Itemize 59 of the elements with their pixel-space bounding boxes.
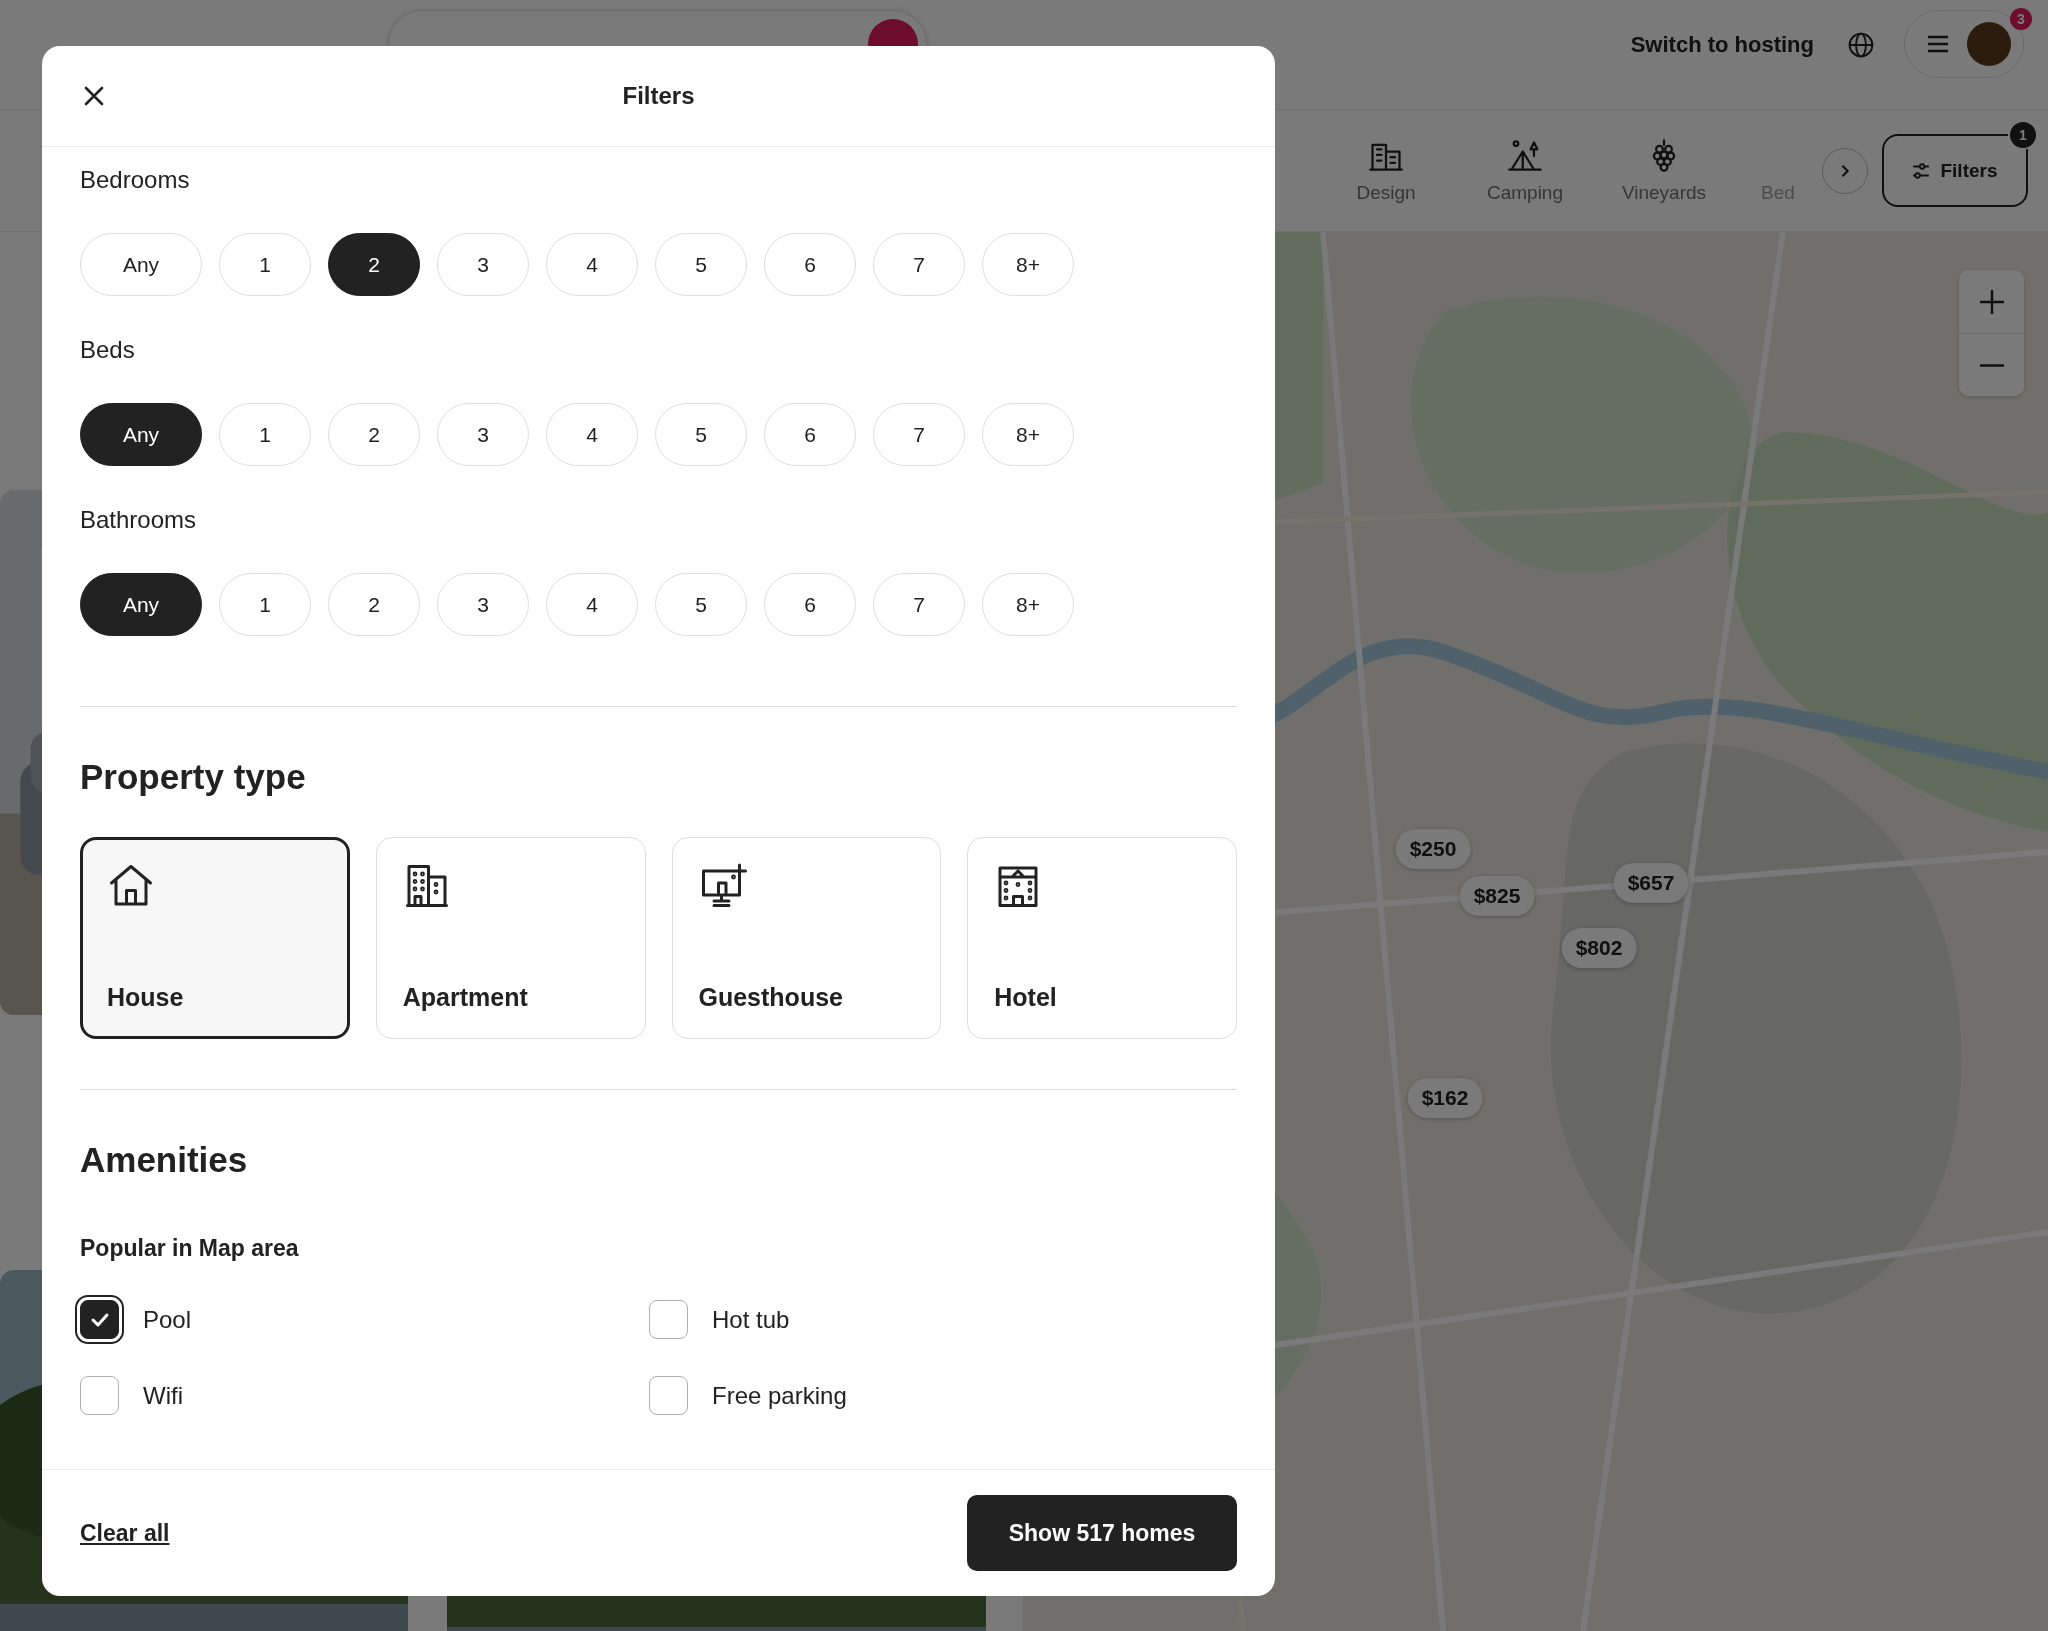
checkbox[interactable]: [649, 1300, 688, 1339]
count-option[interactable]: 8+: [982, 233, 1074, 296]
dialog-title: Filters: [622, 82, 695, 110]
close-icon: [84, 86, 104, 106]
section-label: Bedrooms: [80, 167, 190, 193]
property-type-card[interactable]: House: [80, 837, 350, 1039]
subsection-heading: Popular in Map area: [80, 1234, 299, 1262]
count-option[interactable]: 2: [328, 233, 420, 296]
show-homes-button[interactable]: Show 517 homes: [967, 1495, 1237, 1571]
count-option[interactable]: 5: [655, 573, 747, 636]
count-badge: 1: [2008, 120, 2038, 150]
count-option[interactable]: 1: [219, 573, 311, 636]
property-type-card[interactable]: Guesthouse: [671, 837, 942, 1039]
count-option[interactable]: 5: [655, 403, 747, 466]
count-option[interactable]: 3: [437, 403, 529, 466]
count-option[interactable]: 1: [219, 233, 311, 296]
globe-icon[interactable]: [1848, 32, 1874, 58]
count-option[interactable]: 6: [764, 233, 856, 296]
count-option[interactable]: Any: [80, 573, 202, 636]
checkbox-label[interactable]: Pool: [143, 1305, 192, 1334]
count-option[interactable]: Any: [80, 233, 202, 296]
property-type-card[interactable]: Hotel: [967, 837, 1237, 1039]
count-option[interactable]: 2: [328, 573, 420, 636]
section-heading: Amenities: [80, 1140, 248, 1180]
zoom-in-button[interactable]: [1959, 270, 2024, 333]
checkbox-label[interactable]: Wifi: [143, 1381, 183, 1410]
count-option[interactable]: 6: [764, 403, 856, 466]
checkbox-label[interactable]: Free parking: [712, 1381, 847, 1410]
sliders-icon: [1912, 161, 1931, 180]
count-option[interactable]: 8+: [982, 403, 1074, 466]
clear-all-link[interactable]: Clear all: [80, 1519, 170, 1547]
plus-icon: [1978, 288, 2005, 315]
avatar: [1967, 22, 2011, 66]
count-option[interactable]: 4: [546, 233, 638, 296]
switch-to-hosting-link[interactable]: Switch to hosting: [1630, 32, 1814, 58]
count-option[interactable]: 6: [764, 573, 856, 636]
checkbox[interactable]: [80, 1376, 119, 1415]
count-option[interactable]: 7: [873, 403, 965, 466]
checkbox-label[interactable]: Hot tub: [712, 1305, 790, 1334]
tent-icon: [1507, 137, 1543, 174]
menu-icon: [1927, 35, 1949, 53]
count-option[interactable]: 4: [546, 403, 638, 466]
count-option[interactable]: 7: [873, 233, 965, 296]
count-option[interactable]: 2: [328, 403, 420, 466]
section-label: Beds: [80, 337, 135, 363]
count-option[interactable]: 4: [546, 573, 638, 636]
count-option[interactable]: 8+: [982, 573, 1074, 636]
count-option[interactable]: 5: [655, 233, 747, 296]
count-option[interactable]: 7: [873, 573, 965, 636]
property-type-card[interactable]: Apartment: [375, 837, 646, 1039]
count-option[interactable]: Any: [80, 403, 202, 466]
count-option[interactable]: 3: [437, 573, 529, 636]
notification-badge: 3: [2010, 8, 2032, 30]
count-option[interactable]: 1: [219, 403, 311, 466]
count-option[interactable]: 3: [437, 233, 529, 296]
checkbox[interactable]: [649, 1376, 688, 1415]
minus-icon: [1978, 363, 2005, 367]
section-label: Bathrooms: [80, 507, 197, 533]
section-heading: Property type: [80, 757, 306, 797]
